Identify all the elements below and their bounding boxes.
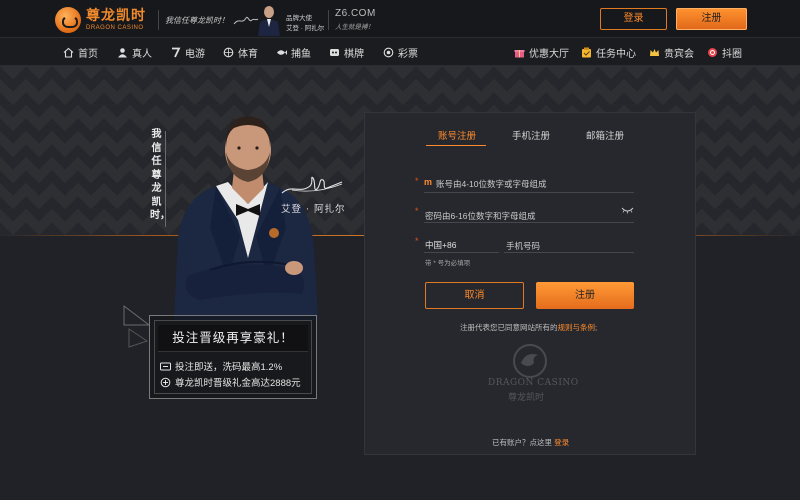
- watermark-english: DRAGON CASINO: [488, 378, 579, 388]
- medal-icon: [160, 377, 171, 387]
- nav-item-tasks[interactable]: 任务中心: [581, 46, 636, 60]
- nav-item-live[interactable]: 真人: [117, 46, 152, 60]
- login-button[interactable]: 登录: [600, 8, 667, 30]
- login-prompt: 已有账户？点这里 登录: [492, 437, 569, 448]
- promo-card: 投注晋级再享豪礼！ 投注即送，洗码最高1.2% 尊龙凯时晋级礼金高达2888元: [149, 315, 317, 399]
- nav-item-sports[interactable]: 体育: [223, 46, 258, 60]
- header-divider: [328, 10, 329, 30]
- registration-panel: [364, 112, 696, 455]
- promo-line-text: 投注即送，洗码最高1.2%: [175, 362, 283, 373]
- player-name: 艾登 · 阿扎尔: [281, 204, 346, 215]
- crown-icon: [650, 48, 659, 56]
- gift-icon: [514, 49, 525, 57]
- task-icon: [582, 47, 591, 57]
- player-signature: [281, 176, 343, 194]
- logo-english-name: DRAGON CASINO: [86, 25, 144, 31]
- promo-line-text: 尊龙凯时晋级礼金高达2888元: [175, 378, 301, 389]
- promo-line-rebate: 投注即送，洗码最高1.2%: [160, 359, 282, 373]
- account-icon: m: [424, 177, 433, 187]
- submit-register-button[interactable]: 注册: [536, 282, 634, 309]
- active-tab-indicator: [426, 145, 486, 146]
- nav-label: 贵宾会: [664, 48, 694, 60]
- phone-underline: [504, 252, 634, 253]
- vertical-slogan: 我信任尊龙凯时，: [150, 129, 170, 221]
- watermark-chinese: 尊龙凯时: [508, 393, 545, 403]
- required-marker: *: [415, 206, 419, 216]
- sports-icon: [223, 47, 234, 57]
- cards-icon: [330, 48, 339, 56]
- nav-item-douyin[interactable]: 抖圈: [707, 46, 742, 60]
- ambassador-name: 艾登 · 阿扎尔: [286, 25, 325, 32]
- required-marker: *: [415, 236, 419, 246]
- account-underline: [424, 192, 634, 193]
- domain-tagline: 人生就是搏！: [335, 23, 374, 31]
- user-icon: [118, 47, 127, 57]
- lottery-icon: [383, 47, 394, 57]
- nav-label: 优惠大厅: [529, 48, 569, 60]
- password-input[interactable]: 密码由6-16位数字和字母组成: [425, 210, 536, 222]
- cancel-button[interactable]: 取消: [425, 282, 524, 309]
- tab-email-register[interactable]: 邮箱注册: [586, 128, 624, 142]
- password-underline: [424, 222, 634, 223]
- terms-agreement: 注册代表您已同意网站所有的规则与条例;: [460, 322, 597, 333]
- nav-label: 彩票: [398, 48, 418, 60]
- nav-label: 首页: [78, 48, 98, 60]
- nav-label: 真人: [132, 48, 152, 60]
- douyin-icon: [708, 47, 717, 57]
- phone-input[interactable]: 手机号码: [506, 240, 540, 252]
- top-header: 尊龙凯时 DRAGON CASINO 我信任尊龙凯时！ 品牌大使 艾登 · 阿扎…: [0, 0, 800, 38]
- header-divider: [158, 10, 159, 30]
- promo-line-bonus: 尊龙凯时晋级礼金高达2888元: [160, 375, 301, 389]
- nav-label: 捕鱼: [291, 48, 311, 60]
- logo-chinese-name: 尊龙凯时: [86, 8, 146, 24]
- terms-text: 注册代表您已同意网站所有的: [460, 323, 558, 332]
- required-marker: *: [415, 176, 419, 186]
- terms-end: ;: [595, 323, 598, 332]
- nav-label: 体育: [238, 48, 258, 60]
- nav-item-cards[interactable]: 棋牌: [329, 46, 364, 60]
- has-account-text: 已有账户？点这里: [492, 438, 552, 447]
- nav-label: 棋牌: [344, 48, 364, 60]
- login-link[interactable]: 登录: [554, 438, 569, 447]
- watermark-logo-icon: [513, 344, 547, 378]
- ambassador-photo: [258, 6, 280, 36]
- ambassador-title: 品牌大使: [286, 15, 312, 22]
- nav-item-home[interactable]: 首页: [63, 46, 98, 60]
- nav-item-fishing[interactable]: 捕鱼: [276, 46, 311, 60]
- brand-logo[interactable]: 尊龙凯时 DRAGON CASINO: [55, 7, 146, 33]
- decorative-triangles: [123, 305, 151, 348]
- terms-link[interactable]: 规则与条例: [558, 323, 596, 332]
- dragon-logo-icon: [55, 7, 81, 33]
- promo-title: 投注晋级再享豪礼！: [158, 325, 308, 352]
- required-hint: 带 * 号为必填项: [425, 260, 471, 267]
- ambassador-caption: 品牌大使 艾登 · 阿扎尔: [286, 14, 324, 34]
- tab-account-register[interactable]: 账号注册: [438, 128, 476, 142]
- tab-phone-register[interactable]: 手机注册: [512, 128, 550, 142]
- nav-item-lottery[interactable]: 彩票: [383, 46, 418, 60]
- nav-label: 抖圈: [722, 48, 742, 60]
- header-slogan: 我信任尊龙凯时！: [165, 16, 229, 25]
- home-icon: [63, 47, 74, 58]
- eye-closed-icon[interactable]: [621, 206, 634, 214]
- register-button[interactable]: 注册: [676, 8, 747, 30]
- main-nav: 首页 真人 电游 体育 捕鱼 棋牌 彩票 优惠大厅 任务中心 贵宾会 抖圈: [0, 38, 800, 66]
- slogan-divider: [165, 131, 166, 227]
- account-input[interactable]: 账号由4-10位数字或字母组成: [436, 178, 547, 190]
- country-code-underline: [424, 252, 499, 253]
- nav-label: 任务中心: [596, 48, 636, 60]
- ticket-icon: [160, 362, 171, 370]
- seven-icon: [172, 47, 181, 57]
- site-domain: Z6.COM: [335, 8, 376, 19]
- nav-item-vip[interactable]: 贵宾会: [649, 46, 694, 60]
- nav-item-promotions[interactable]: 优惠大厅: [514, 46, 569, 60]
- nav-item-slots[interactable]: 电游: [170, 46, 205, 60]
- nav-label: 电游: [185, 48, 205, 60]
- fish-icon: [277, 49, 287, 55]
- country-code-select[interactable]: 中国+86: [425, 239, 456, 251]
